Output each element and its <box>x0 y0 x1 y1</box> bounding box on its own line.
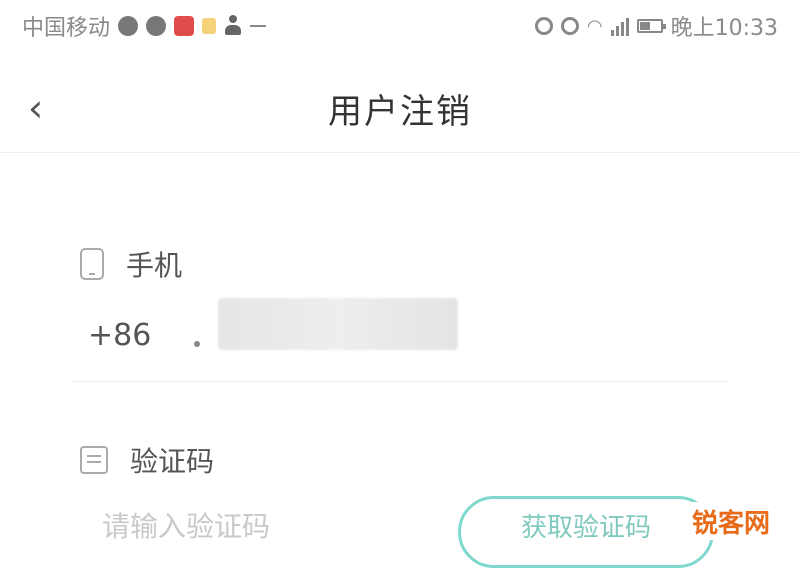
person-icon <box>224 15 242 37</box>
signal-icon <box>610 16 629 36</box>
file-icon <box>202 18 217 34</box>
phone-number-redacted <box>218 298 458 350</box>
alarm-icon <box>560 17 579 35</box>
status-bar-right: ◠ 晚上10:33 <box>534 10 778 42</box>
separator-dot <box>194 341 200 347</box>
dash-icon <box>250 25 267 27</box>
field-divider <box>72 381 728 382</box>
code-field-label-row: 验证码 <box>80 440 214 480</box>
verification-code-icon <box>80 446 108 474</box>
navigation-header: ‹ 用户注销 <box>0 62 800 153</box>
battery-icon <box>636 19 666 33</box>
phone-field-label-row: 手机 <box>80 244 182 284</box>
chat-icon <box>146 16 167 36</box>
vibrate-icon <box>534 17 553 35</box>
status-bar: 中国移动 ◠ 晚上10:33 <box>0 0 800 52</box>
page-title: 用户注销 <box>328 92 472 132</box>
phone-label: 手机 <box>126 249 183 282</box>
country-code[interactable]: +86 <box>88 318 151 353</box>
wifi-icon: ◠ <box>586 15 603 37</box>
status-bar-left: 中国移动 <box>22 10 267 42</box>
watermark-logo: 锐客网 <box>676 502 786 540</box>
notification-icon <box>174 16 195 36</box>
code-label: 验证码 <box>130 445 215 478</box>
status-time: 晚上10:33 <box>670 16 778 41</box>
verification-code-input[interactable] <box>100 505 434 547</box>
carrier-name: 中国移动 <box>22 16 111 41</box>
message-icon <box>118 16 139 36</box>
phone-icon <box>80 248 104 280</box>
